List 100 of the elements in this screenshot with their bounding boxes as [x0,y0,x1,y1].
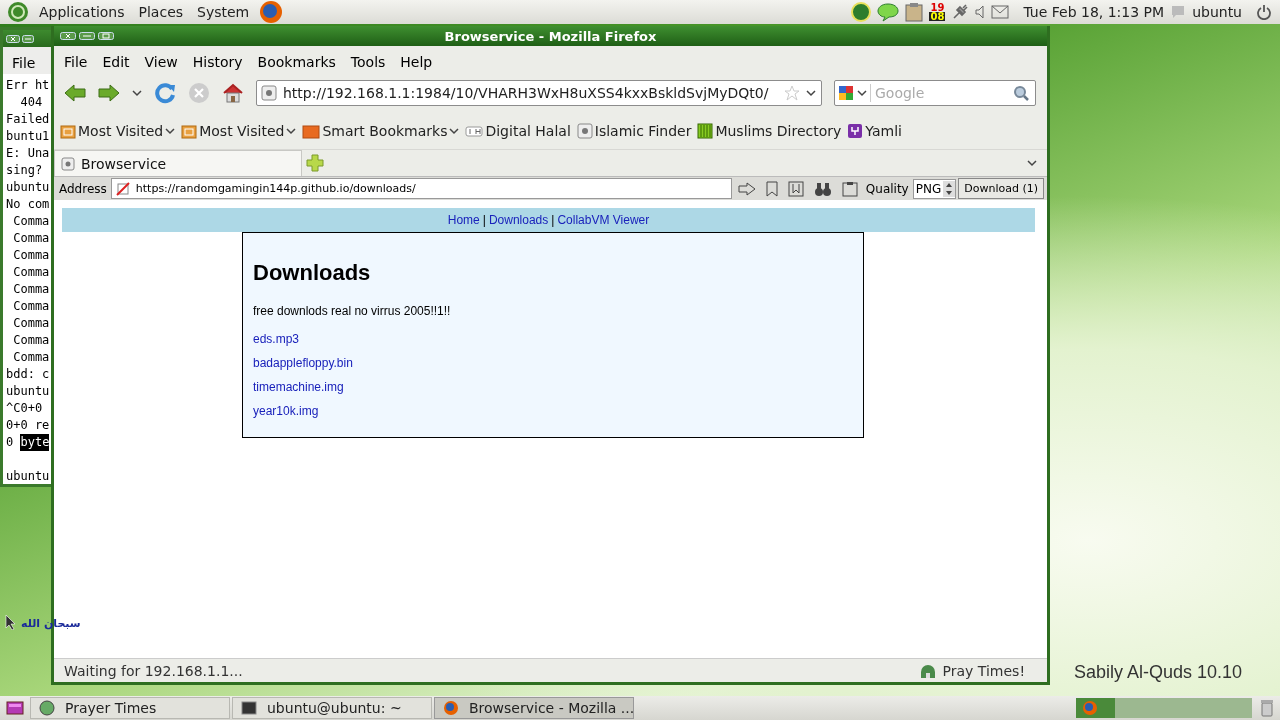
insecure-icon [115,181,130,196]
panel-menu[interactable]: Places [134,4,188,20]
caret-icon [806,89,816,97]
terminal-line: E: Una [6,145,50,162]
download-link[interactable]: eds.mp3 [253,332,300,346]
bookmark-item[interactable]: Most Visited [179,122,299,139]
terminal-line: Comma [12,349,50,366]
desktop-icon [6,700,24,716]
terminal-line: Comma [12,281,50,298]
taskbar-item[interactable]: Prayer Times [30,697,230,719]
bookmark-item[interactable]: Muslims Directory [695,122,844,139]
page-icon [61,156,75,171]
bookmark-item[interactable]: Digital Halal [463,122,573,139]
user-menu[interactable]: ubuntu [1192,4,1242,20]
addon-status[interactable]: Pray Times! [942,662,1025,679]
folder-icon [60,122,76,139]
terminal-icon [241,700,257,716]
cursor-icon [5,614,15,630]
globe-icon [443,700,459,716]
maximize-icon [98,32,114,40]
address-field[interactable]: https://randomgamingin144p.github.io/downloads/ [110,178,732,199]
chat-bubble-icon [1170,5,1187,19]
caret-icon [132,89,142,97]
url-text: http://192.168.1.1:1984/10/VHARH3WxH8uXSS4kxxBskldSvjMyDQt0/ [283,85,770,101]
menu-item[interactable]: Edit [96,54,136,70]
quality-label: Quality [864,181,910,196]
bookmark-icon [847,122,864,139]
minimize-icon [22,34,34,43]
globe-icon [259,0,284,24]
bookmark-item[interactable]: Most Visited [58,122,178,139]
speaker-icon [975,5,986,19]
workspace-switcher[interactable] [1076,698,1252,718]
logo-icon [7,1,29,23]
clipboard-icon [905,2,924,22]
power-icon [1256,4,1272,20]
terminal-line: buntu1 [6,128,50,145]
bookmark-item[interactable]: Smart Bookmarks [300,122,462,139]
plug-icon [951,3,970,21]
terminal-line: Comma [12,298,50,315]
panel-menu[interactable]: Applications [35,4,129,20]
spin-arrows-icon [943,180,956,197]
folder-icon [181,122,198,139]
taskbar-item[interactable]: ubuntu@ubuntu: ~ [232,697,432,719]
trash-icon [1260,699,1274,717]
search-box[interactable]: Google [834,80,1036,106]
menu-item[interactable]: File [58,54,94,70]
reload-icon [154,82,176,104]
arrow-icon [737,181,756,196]
nav-link[interactable]: Home [447,213,480,227]
bookmark-icon [787,180,804,197]
bookmark-icon [302,122,321,139]
clock[interactable]: Tue Feb 18, 1:13 PM [1023,4,1165,20]
url-field[interactable]: http://192.168.1.1:1984/10/VHARH3WxH8uXSS4kxxBskldSvjMyDQt0/ [256,80,822,106]
minimize-icon [79,32,95,40]
download-button[interactable]: Download (1) [958,178,1044,199]
terminal-line: bdd: c [6,366,50,383]
menu-item[interactable]: File [3,47,52,74]
terminal-line: Comma [12,264,50,281]
nav-link[interactable]: CollabVM Viewer [557,213,650,227]
menu-item[interactable]: Help [394,54,439,70]
download-link[interactable]: year10k.img [253,404,319,418]
close-icon [60,32,76,40]
menu-item[interactable]: Tools [344,54,392,70]
download-link[interactable]: timemachine.img [253,380,344,394]
terminal-line: ubuntu [6,179,50,196]
calendar-day: 19 [930,3,945,12]
terminal-line: sing? [6,162,43,179]
stop-icon [188,82,210,104]
url-text: https://randomgamingin144p.github.io/downloads/ [135,182,416,195]
window-title: Browservice - Mozilla Firefox [443,28,658,44]
terminal-line: Err ht [6,77,50,94]
menu-item[interactable]: View [138,54,184,70]
bookmark-icon [576,122,593,139]
bookmark-item[interactable]: Yamli [845,122,904,139]
search-icon [1013,85,1029,101]
download-link[interactable]: badapplefloppy.bin [253,356,353,370]
taskbar-item[interactable]: Browservice - Mozilla ... [434,697,634,719]
menu-item[interactable]: History [186,54,249,70]
calendar-month: 08 [929,12,946,21]
clipboard-icon [841,180,858,197]
forward-arrow-icon [98,84,120,102]
plus-icon [306,154,324,172]
nav-link[interactable]: Downloads [488,213,549,227]
mail-icon [991,5,1010,19]
panel-menu[interactable]: System [193,4,254,20]
terminal-line: No com [6,196,50,213]
menu-item[interactable]: Bookmarks [251,54,342,70]
bookmark-item[interactable]: Islamic Finder [574,122,694,139]
separator: | [482,213,486,227]
desktop-brand: Sabily Al-Quds 10.10 [1074,662,1243,683]
house-icon [222,82,244,104]
caret-icon [1027,159,1037,167]
back-arrow-icon [64,84,86,102]
terminal-line: ubuntu [6,468,50,484]
quality-spinner[interactable]: PNG [912,178,957,199]
terminal-line: Comma [12,315,50,332]
tab[interactable]: Browservice [54,150,302,176]
terminal-line: 0+0 re [6,417,50,434]
bookmark-icon [765,180,778,197]
search-engine-icon [838,85,854,101]
